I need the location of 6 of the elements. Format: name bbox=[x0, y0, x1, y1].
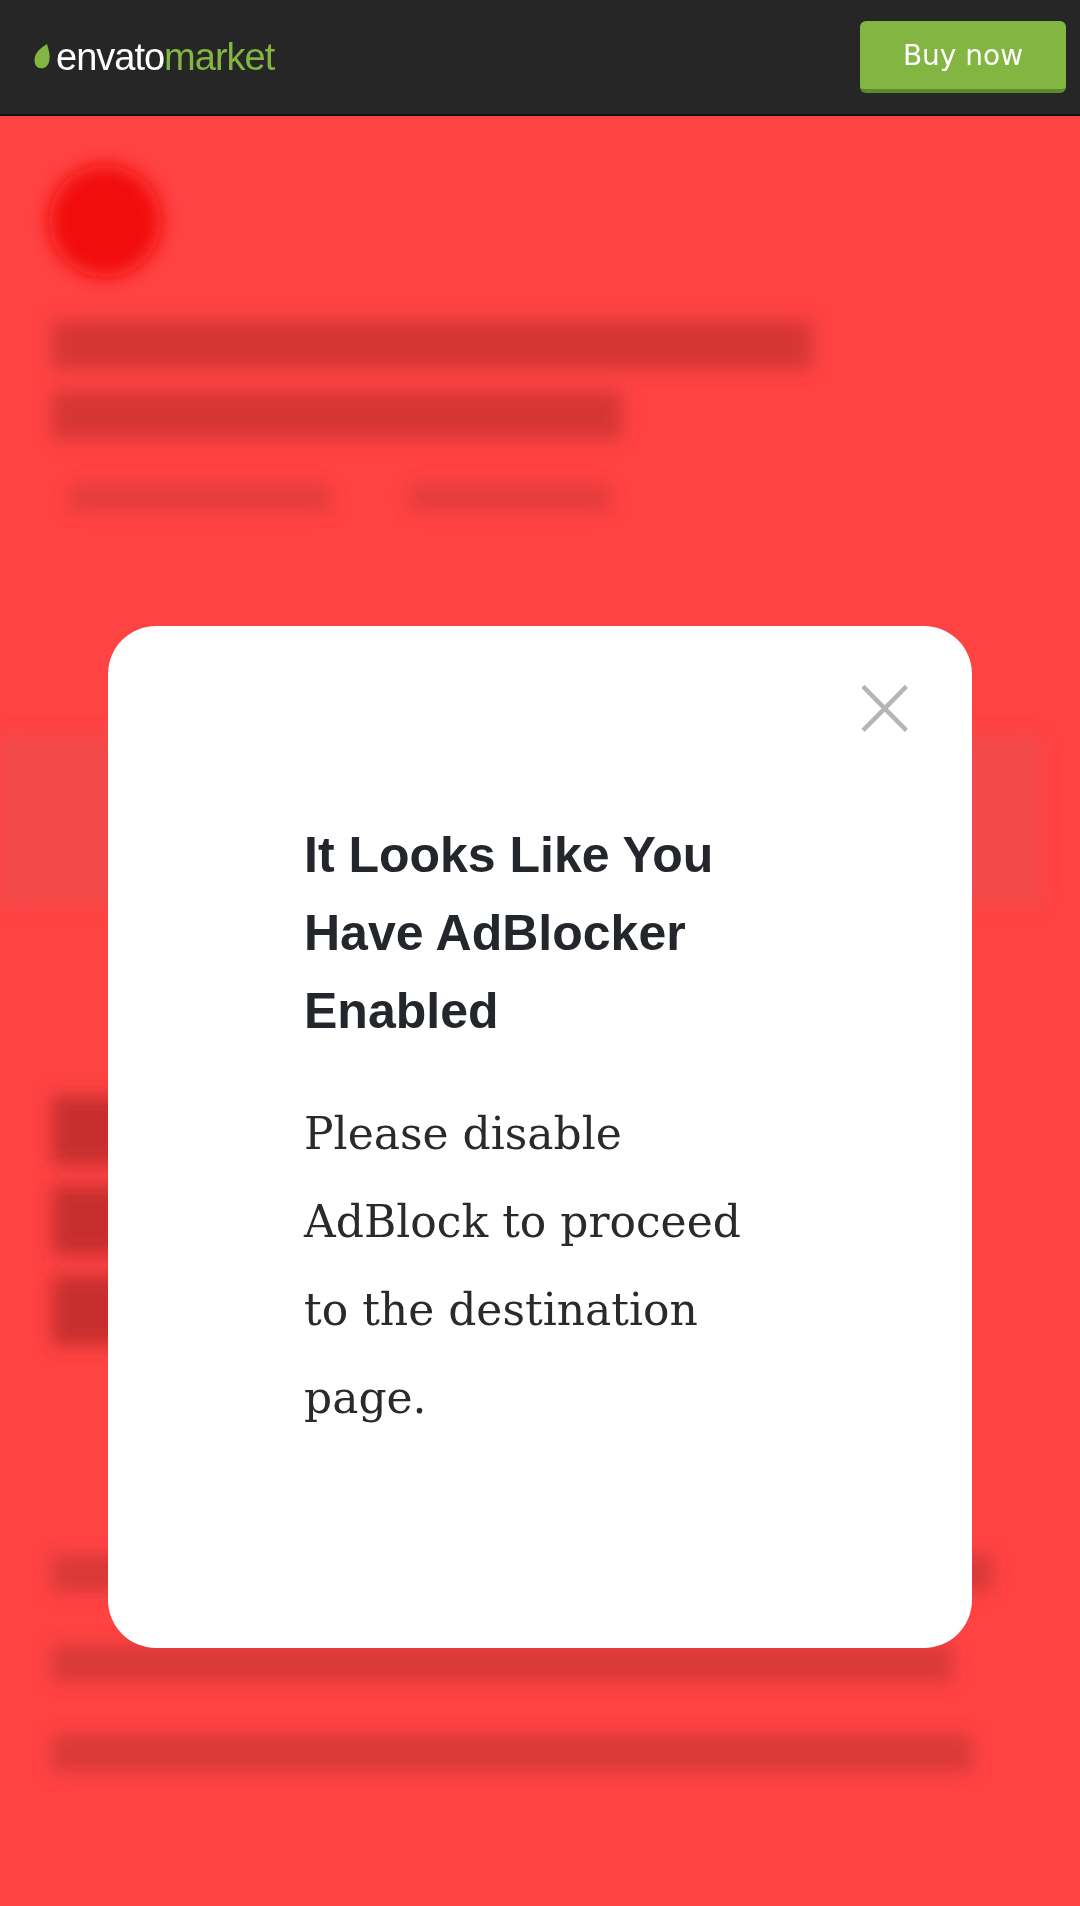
modal-title: It Looks Like You Have AdBlocker Enabled bbox=[304, 826, 715, 1041]
close-button[interactable]: × bbox=[847, 671, 917, 741]
leaf-icon bbox=[33, 44, 53, 70]
logo[interactable]: envatomarket bbox=[56, 35, 275, 79]
buy-now-button[interactable]: Buy now bbox=[860, 21, 1066, 93]
modal-message: Please disable AdBlock to proceed to the destination page. bbox=[304, 1107, 742, 1425]
